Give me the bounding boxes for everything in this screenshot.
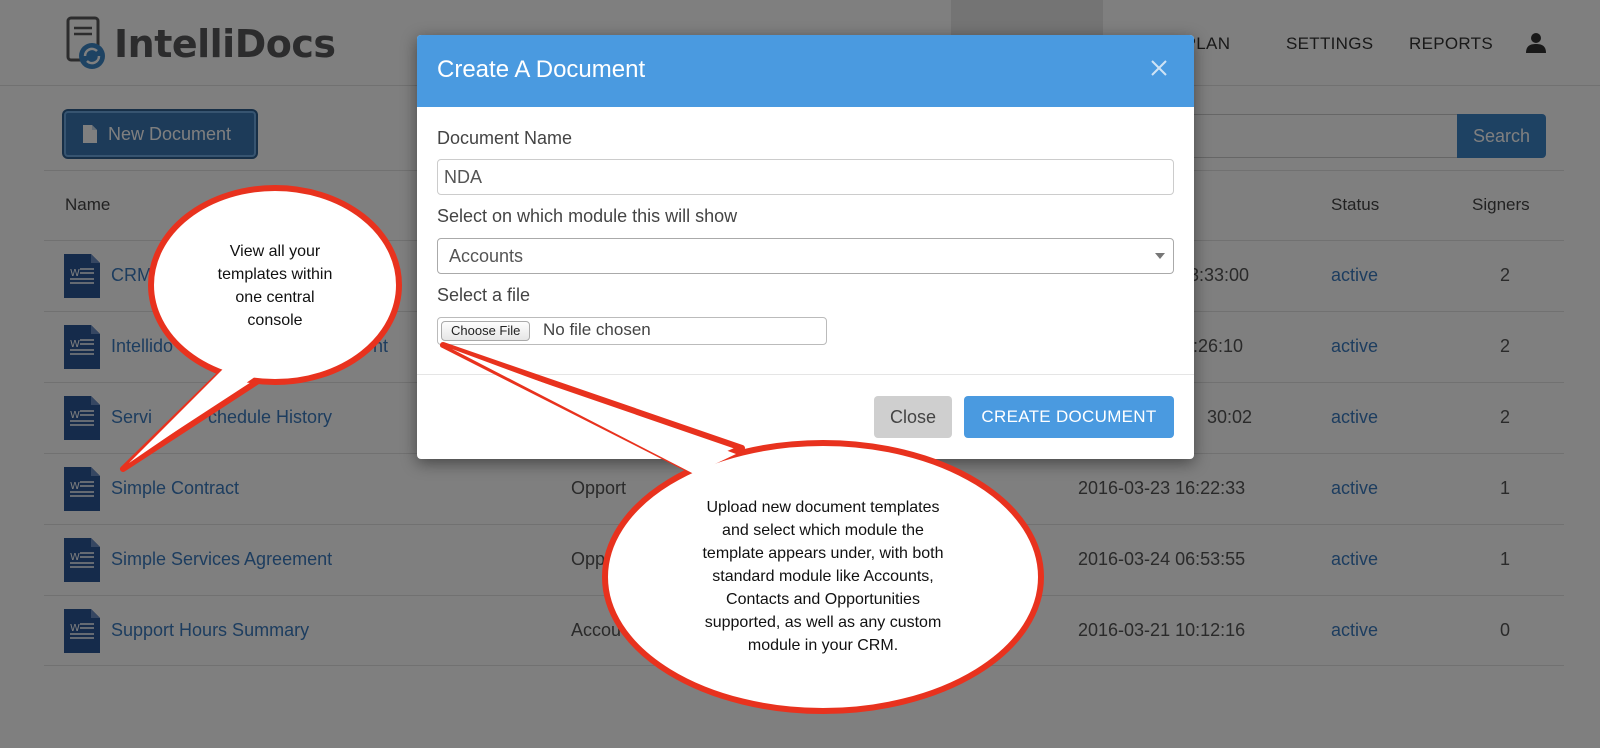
modal-title: Create A Document (437, 56, 646, 83)
close-icon[interactable] (1144, 53, 1174, 83)
module-select-value: Accounts (449, 246, 524, 266)
modal-footer-divider (417, 374, 1194, 375)
right-callout-text: Upload new document templates and select… (702, 499, 944, 654)
module-select-label: Select on which module this will show (437, 206, 738, 226)
choose-file-button[interactable]: Choose File (441, 321, 531, 341)
file-input[interactable]: Choose File No file chosen (437, 317, 827, 345)
caret-down-icon (1155, 253, 1165, 259)
create-document-button[interactable]: CREATE DOCUMENT (964, 396, 1174, 438)
file-status-text: No file chosen (543, 320, 651, 339)
modal-header: Create A Document (417, 35, 1194, 107)
file-select-label: Select a file (437, 285, 531, 305)
create-document-modal: Create A Document Document Name NDA Sele… (417, 35, 1194, 459)
left-callout-text: View all your templates within one centr… (217, 243, 333, 329)
document-name-input[interactable]: NDA (437, 159, 1174, 195)
module-select[interactable]: Accounts (437, 238, 1174, 274)
close-button[interactable]: Close (874, 396, 952, 438)
document-name-label: Document Name (437, 128, 573, 148)
